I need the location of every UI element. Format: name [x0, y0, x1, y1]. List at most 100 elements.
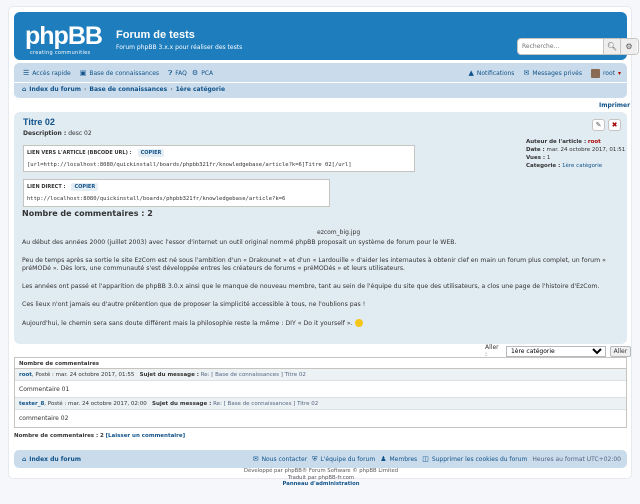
edit-button[interactable]: ✎: [592, 119, 605, 131]
delete-cookies-link[interactable]: ◫ Supprimer les cookies du forum: [422, 455, 527, 463]
user-menu[interactable]: root ▾: [590, 68, 621, 78]
article-body: Au début des années 2000 (juillet 2003) …: [22, 239, 622, 338]
knowledge-base-link[interactable]: ▣ Base de connaissances: [80, 69, 159, 77]
comments-summary: Nombre de commentaires : 2 [Laisser un c…: [14, 433, 185, 439]
pencil-icon: ✎: [595, 121, 602, 129]
meta-date-label: Date :: [526, 147, 545, 153]
gear-icon[interactable]: ⚙: [620, 39, 637, 54]
private-messages-link[interactable]: ✉ Messages privés: [523, 69, 582, 77]
timezone-text: Heures au format UTC+02:00: [532, 455, 621, 463]
author-link[interactable]: root: [588, 139, 601, 145]
bbcode-link-label: LIEN VERS L'ARTICLE (BBCODE URL) : COPIER: [27, 149, 165, 157]
site-logo[interactable]: phpBB creating communities: [25, 22, 107, 56]
page-wrapper: phpBB creating communities Forum de test…: [8, 6, 639, 487]
comment-header-row: root, Posté : mar. 24 octobre 2017, 01:5…: [15, 369, 626, 381]
comments-count-value: 2: [99, 433, 104, 439]
breadcrumb-item[interactable]: Index du forum: [29, 86, 81, 93]
direct-link-box: LIEN DIRECT : COPIER http://localhost:808…: [23, 179, 330, 207]
navbar: ☰ Accès rapide ▣ Base de connaissances ❓︎ F…: [14, 63, 627, 98]
jump-box: Aller : 1ère catégorie Aller: [485, 344, 632, 358]
site-header: phpBB creating communities Forum de test…: [14, 12, 639, 60]
pca-link[interactable]: ⚙ PCA: [192, 69, 213, 77]
knowledge-base-label: Base de connaissances: [89, 69, 160, 77]
paragraph: Peu de temps après sa sortie le site EzC…: [22, 257, 606, 272]
credits: Développé par phpBB® Forum Software © ph…: [9, 468, 633, 488]
footer-links: ✉ Nous contacter ⛨ L'équipe du forum ♟ Memb…: [244, 455, 621, 464]
jump-select[interactable]: 1ère catégorie: [505, 345, 606, 357]
category-link[interactable]: 1ère catégorie: [562, 163, 602, 169]
direct-label-text: LIEN DIRECT :: [27, 184, 66, 190]
admin-panel-link[interactable]: Panneau d'administration: [283, 481, 360, 487]
home-icon: ⌂: [22, 455, 27, 463]
delete-button[interactable]: ✖: [608, 119, 621, 131]
caret-down-icon: ▾: [617, 69, 621, 77]
quick-access-link[interactable]: ☰ Accès rapide: [23, 69, 71, 77]
group-icon: ♟: [380, 455, 387, 463]
meta-category-label: Categorie :: [526, 163, 561, 169]
contact-label: Nous contacter: [261, 455, 308, 463]
meta-category: Categorie : 1ère catégorie: [526, 162, 625, 170]
book-icon: ▣: [79, 69, 87, 77]
article-description: Description : desc 02: [23, 130, 92, 137]
home-icon: ⌂: [22, 86, 27, 93]
delete-cookies-label: Supprimer les cookies du forum: [431, 455, 528, 463]
paragraph: Les années ont passé et l'apparition de …: [22, 283, 600, 290]
meta-author-label: Auteur de l'article :: [526, 139, 587, 145]
bbcode-link-box: LIEN VERS L'ARTICLE (BBCODE URL) : COPIER…: [23, 145, 415, 172]
paragraph-last: Aujourd'hui, le chemin sera sans doute d…: [22, 319, 622, 328]
question-icon: ❓︎: [168, 68, 173, 77]
bbcode-value[interactable]: [url=http://localhost:8080/quickinstall/…: [27, 162, 413, 168]
jump-label: Aller :: [485, 344, 499, 358]
meta-views-label: Vues :: [526, 155, 546, 161]
team-link[interactable]: ⛨ L'équipe du forum: [312, 455, 375, 464]
bbcode-label-text: LIEN VERS L'ARTICLE (BBCODE URL) :: [27, 150, 132, 156]
breadcrumb-separator: ‹: [170, 86, 173, 93]
footer-index[interactable]: ⌂ Index du forum: [22, 456, 81, 463]
search-input[interactable]: [518, 39, 603, 54]
direct-link-value[interactable]: http://localhost:8080/quickinstall/board…: [27, 196, 328, 202]
pca-label: PCA: [201, 69, 214, 77]
avatar: [590, 68, 600, 78]
comment-header-row: tester_8, Posté : mar. 24 octobre 2017, …: [15, 398, 626, 410]
article-title[interactable]: Titre 02: [23, 117, 55, 127]
comment-author-link[interactable]: tester_8: [19, 401, 44, 407]
meta-author: Auteur de l'article : root: [526, 138, 625, 146]
members-label: Membres: [389, 455, 418, 463]
comment-posted: , Posté : mar. 24 octobre 2017, 02:00: [44, 401, 147, 407]
comments-header: Nombre de commentaires: [15, 358, 626, 369]
meta-views: Vues : 1: [526, 154, 625, 162]
jump-button[interactable]: Aller: [609, 345, 632, 357]
username: root: [602, 69, 615, 77]
copy-direct-button[interactable]: COPIER: [71, 183, 99, 191]
comment-author-link[interactable]: root: [19, 372, 32, 378]
print-link[interactable]: Imprimer: [599, 102, 630, 109]
private-messages-label: Messages privés: [532, 69, 582, 77]
members-link[interactable]: ♟ Membres: [380, 455, 417, 463]
contact-link[interactable]: ✉ Nous contacter: [253, 455, 307, 463]
notifications-link[interactable]: ▲ Notifications: [468, 69, 514, 77]
envelope-icon: ✉: [252, 455, 259, 463]
search-icon[interactable]: 🔍︎: [603, 39, 620, 54]
breadcrumb-separator: ‹: [84, 86, 87, 93]
breadcrumb-item[interactable]: 1ère catégorie: [176, 86, 225, 93]
paragraph: Aujourd'hui, le chemin sera sans doute d…: [22, 320, 353, 327]
logo-text: phpBB: [25, 22, 103, 50]
breadcrumb-item[interactable]: Base de connaissances: [89, 86, 167, 93]
paragraph: Au début des années 2000 (juillet 2003) …: [22, 239, 457, 246]
meta-date-value: mar. 24 octobre 2017, 01:51: [546, 147, 626, 153]
site-title[interactable]: Forum de tests: [116, 29, 195, 41]
article-meta: Auteur de l'article : root Date : mar. 2…: [526, 138, 625, 170]
cogs-icon: ⚙: [191, 69, 199, 77]
add-comment-link[interactable]: [Laisser un commentaire]: [106, 433, 186, 439]
meta-date: Date : mar. 24 octobre 2017, 01:51: [526, 146, 625, 154]
description-label: Description :: [23, 130, 67, 137]
copy-bbcode-button[interactable]: COPIER: [137, 149, 165, 157]
description-value: desc 02: [68, 130, 92, 137]
faq-link[interactable]: ❓︎ FAQ: [168, 69, 187, 78]
image-caption: ezcom_big.jpg: [317, 229, 361, 236]
trash-icon: ◫: [422, 455, 429, 463]
shield-icon: ⛨: [312, 454, 318, 463]
inbox-icon: ✉: [523, 69, 530, 77]
nav-links: ☰ Accès rapide ▣ Base de connaissances ❓︎ F…: [14, 66, 627, 80]
paragraph: Ces lieux n'ont jamais eu d'autre préten…: [22, 301, 366, 308]
